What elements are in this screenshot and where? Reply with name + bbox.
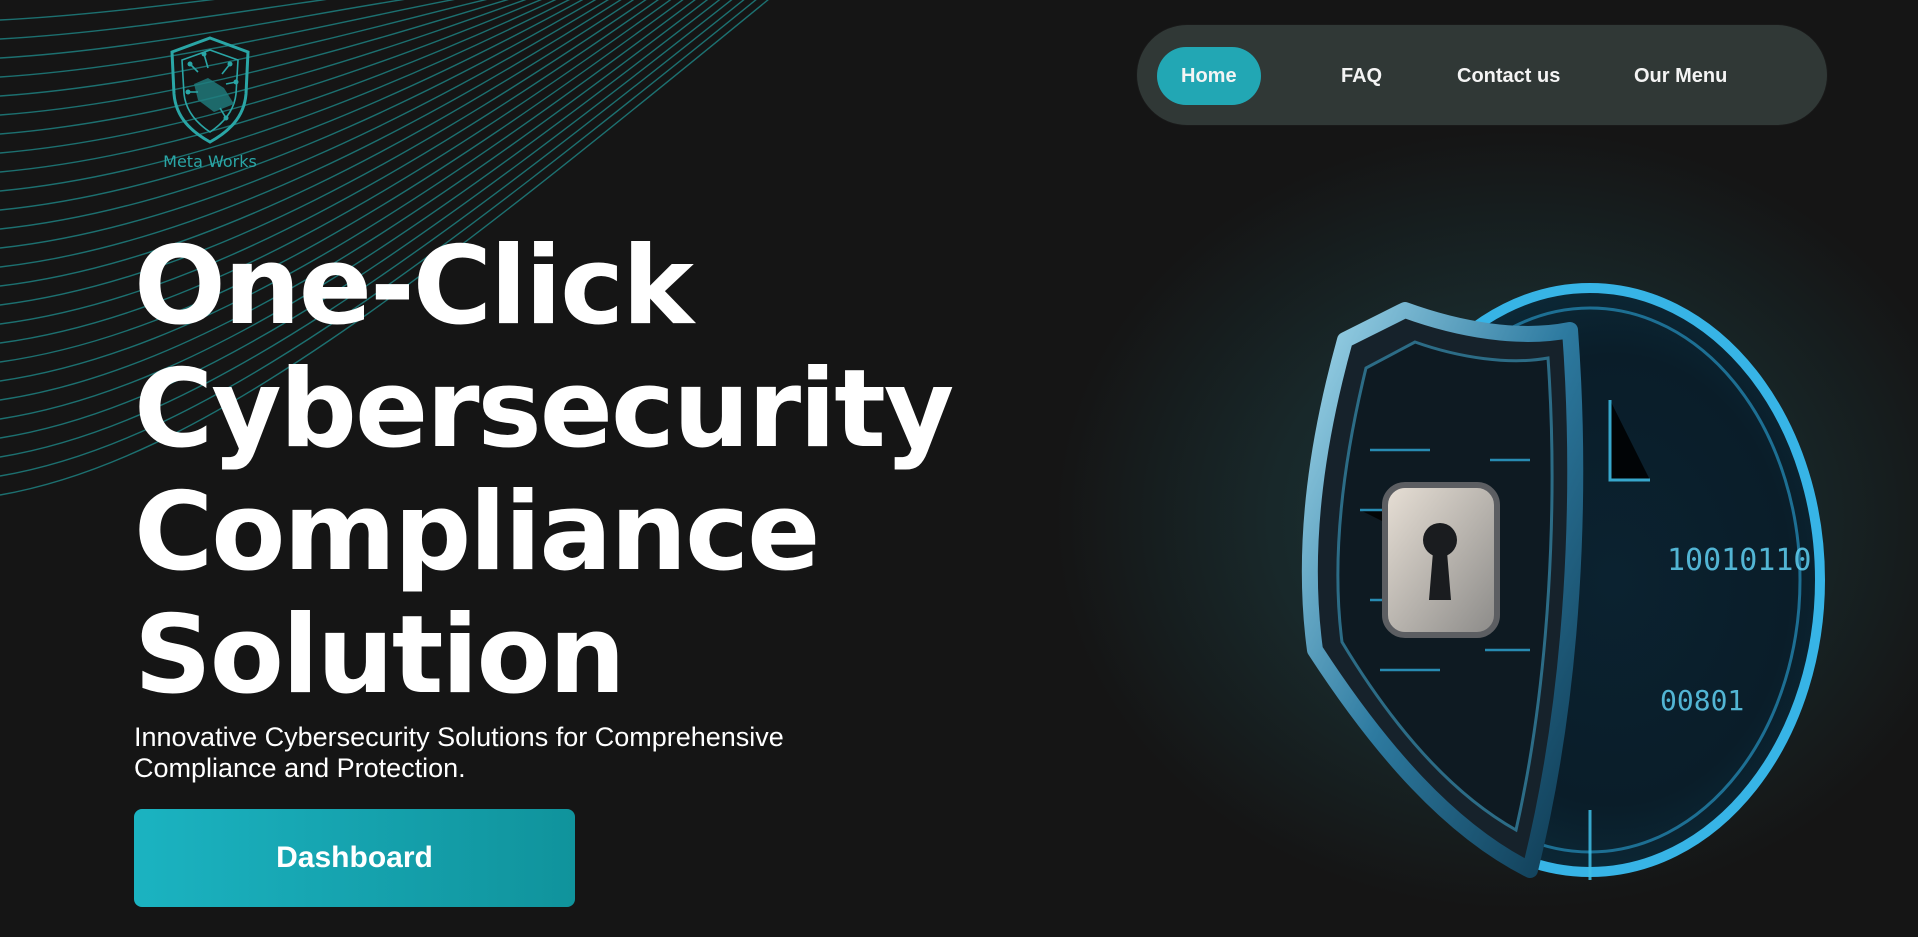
hero-subtitle: Innovative Cybersecurity Solutions for C… xyxy=(134,722,914,784)
nav-faq[interactable]: FAQ xyxy=(1341,47,1382,105)
logo[interactable]: Meta Works xyxy=(150,34,270,171)
subtitle-line: Compliance and Protection. xyxy=(134,753,466,783)
shield-circuit-logo-icon xyxy=(170,36,250,144)
nav-our-menu[interactable]: Our Menu xyxy=(1634,47,1727,105)
headline-line: Compliance xyxy=(134,470,820,595)
wave-line xyxy=(0,0,215,21)
headline-line: Solution xyxy=(134,593,626,718)
nav-contact-us[interactable]: Contact us xyxy=(1457,47,1560,105)
wave-line xyxy=(0,0,597,230)
headline-line: One-Click xyxy=(134,224,694,349)
art-binary-text: 00801 xyxy=(1660,684,1744,717)
hero-headline: One-Click Cybersecurity Compliance Solut… xyxy=(134,224,954,718)
headline-line: Cybersecurity xyxy=(134,347,954,472)
shield-lock-icon: 10010110 00801 xyxy=(1301,283,1825,880)
nav-home[interactable]: Home xyxy=(1157,47,1261,105)
subtitle-line: Innovative Cybersecurity Solutions for C… xyxy=(134,722,784,752)
brand-name: Meta Works xyxy=(163,152,257,171)
wave-line xyxy=(0,0,543,154)
art-binary-text: 10010110 xyxy=(1667,543,1812,578)
wave-line xyxy=(0,0,557,173)
top-navigation: Home FAQ Contact us Our Menu xyxy=(1137,25,1827,125)
dashboard-button[interactable]: Dashboard xyxy=(134,809,575,907)
